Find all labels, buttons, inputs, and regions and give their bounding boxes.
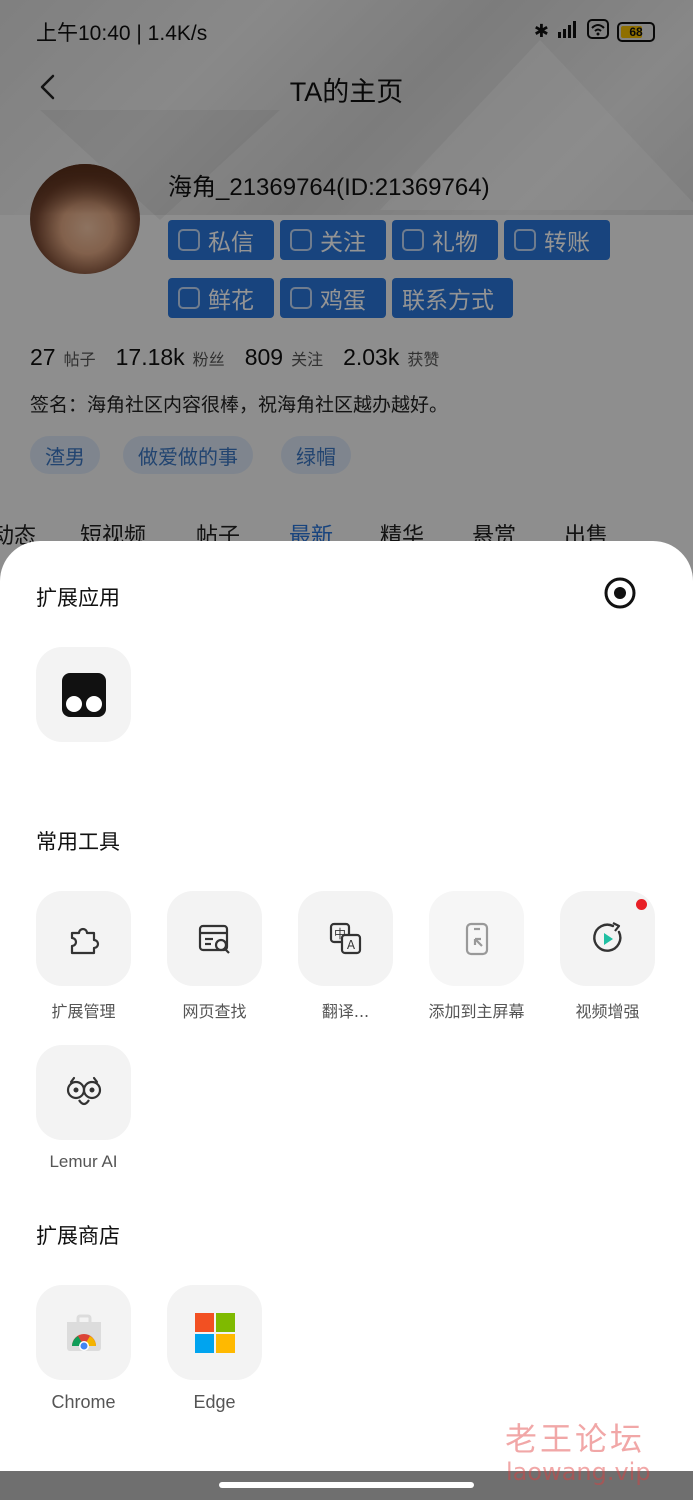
tool-label: 添加到主屏幕 xyxy=(428,1002,525,1021)
add-to-home-button[interactable] xyxy=(429,891,524,986)
edge-store-icon xyxy=(194,1312,235,1353)
watermark-text: 老王论坛 xyxy=(505,1420,646,1458)
edge-store-button[interactable] xyxy=(167,1285,262,1380)
tool-label: 扩展管理 xyxy=(51,1002,116,1021)
web-search-icon xyxy=(198,924,230,954)
tool-label: 翻译... xyxy=(321,1002,370,1021)
find-in-page-button[interactable] xyxy=(167,891,262,986)
video-enhance-icon xyxy=(592,921,622,952)
section-title-tools: 常用工具 xyxy=(36,830,120,854)
tampermonkey-icon xyxy=(61,672,106,717)
add-to-home-icon xyxy=(465,922,488,955)
tool-label: 网页查找 xyxy=(182,1002,247,1021)
translate-button[interactable]: 中 A xyxy=(298,891,393,986)
settings-icon[interactable] xyxy=(603,576,637,610)
section-title-extensions: 扩展应用 xyxy=(36,586,120,610)
notification-dot xyxy=(636,899,647,910)
puzzle-icon xyxy=(70,927,99,954)
svg-text:A: A xyxy=(346,938,355,952)
translate-icon: 中 A xyxy=(329,922,361,954)
store-label: Chrome xyxy=(51,1392,116,1412)
lemur-ai-button[interactable] xyxy=(36,1045,131,1140)
chrome-store-icon xyxy=(66,1314,101,1351)
section-title-store: 扩展商店 xyxy=(36,1224,120,1248)
lemur-ai-icon xyxy=(66,1076,101,1105)
tool-label: Lemur AI xyxy=(49,1152,118,1171)
chrome-store-button[interactable] xyxy=(36,1285,131,1380)
home-indicator[interactable] xyxy=(219,1482,474,1488)
store-label: Edge xyxy=(193,1392,236,1412)
watermark-url: laowang.vip xyxy=(506,1458,651,1486)
extension-manager-button[interactable] xyxy=(36,891,131,986)
tool-label: 视频增强 xyxy=(575,1002,640,1021)
tampermonkey-extension-tile[interactable] xyxy=(36,647,131,742)
